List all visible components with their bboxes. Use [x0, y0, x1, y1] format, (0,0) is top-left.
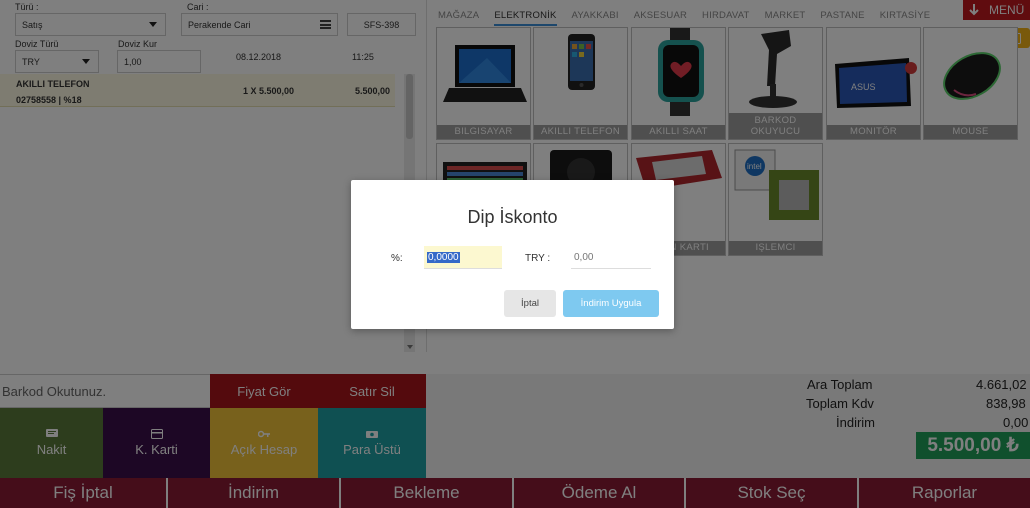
percent-label: %:	[391, 253, 403, 264]
cancel-button[interactable]: İptal	[504, 290, 556, 317]
percent-input[interactable]: 0,0000	[424, 246, 502, 269]
apply-discount-button[interactable]: İndirim Uygula	[563, 290, 659, 317]
percent-value: 0,0000	[427, 251, 460, 263]
try-input[interactable]: 0,00	[571, 246, 651, 269]
dialog-title: Dip İskonto	[467, 207, 558, 227]
dip-iskonto-dialog: Dip İskonto %: 0,0000 TRY : 0,00 İptal İ…	[351, 180, 674, 329]
try-label: TRY :	[525, 253, 551, 264]
